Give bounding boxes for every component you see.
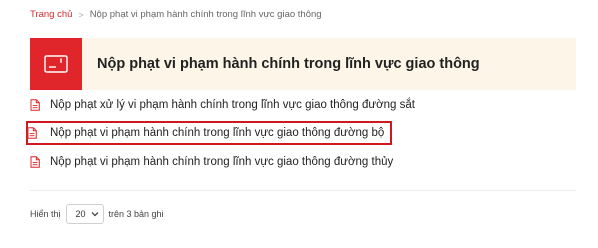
header-icon-box (30, 38, 82, 90)
card-icon (44, 55, 68, 73)
breadcrumb: Trang chủ > Nộp phạt vi phạm hành chính … (30, 9, 322, 20)
service-item-label: Nộp phạt vi phạm hành chính trong lĩnh v… (50, 156, 394, 168)
page-header: Nộp phạt vi phạm hành chính trong lĩnh v… (30, 38, 576, 90)
document-icon (30, 99, 40, 111)
document-icon (30, 156, 40, 168)
document-icon (27, 127, 37, 139)
divider (30, 190, 576, 191)
page-size-select[interactable]: 20 (65, 204, 104, 224)
service-item-label: Nộp phạt xử lý vi phạm hành chính trong … (50, 99, 415, 111)
service-item-railway[interactable]: Nộp phạt xử lý vi phạm hành chính trong … (30, 95, 415, 115)
page-size-value: 20 (75, 209, 86, 219)
page-title: Nộp phạt vi phạm hành chính trong lĩnh v… (97, 56, 480, 72)
breadcrumb-home-link[interactable]: Trang chủ (30, 9, 72, 20)
total-records-label: trên 3 bản ghi (108, 209, 164, 219)
breadcrumb-separator: > (78, 9, 84, 20)
service-item-road[interactable]: Nộp phạt vi phạm hành chính trong lĩnh v… (25, 121, 393, 145)
service-item-label: Nộp phạt vi phạm hành chính trong lĩnh v… (50, 127, 385, 139)
show-label: Hiển thị (30, 209, 61, 219)
breadcrumb-current: Nộp phạt vi phạm hành chính trong lĩnh v… (89, 9, 322, 20)
pagination-bar: Hiển thị 20 trên 3 bản ghi (30, 203, 164, 225)
service-item-waterway[interactable]: Nộp phạt vi phạm hành chính trong lĩnh v… (30, 152, 393, 172)
chevron-down-icon (91, 212, 98, 217)
